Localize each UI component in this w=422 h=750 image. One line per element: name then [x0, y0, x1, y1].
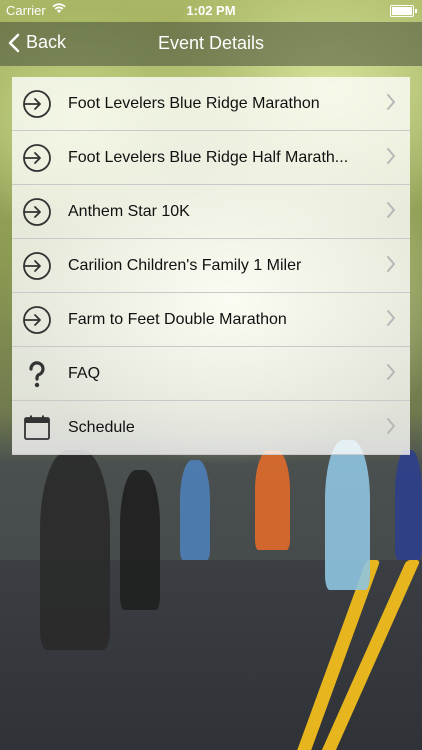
runner — [255, 450, 290, 550]
list-item-label: Foot Levelers Blue Ridge Marathon — [68, 94, 320, 112]
list-item-label: Anthem Star 10K — [68, 202, 190, 220]
list-item[interactable]: Foot Levelers Blue Ridge Marathon — [12, 77, 410, 131]
status-bar: Carrier 1:02 PM — [0, 0, 422, 22]
list-item[interactable]: Foot Levelers Blue Ridge Half Marath... — [12, 131, 410, 185]
list-item-label: Farm to Feet Double Marathon — [68, 310, 287, 328]
arrow-in-circle-icon — [22, 251, 52, 281]
chevron-right-icon — [386, 93, 396, 116]
list-item[interactable]: Farm to Feet Double Marathon — [12, 293, 410, 347]
runner — [120, 470, 160, 610]
calendar-icon — [22, 413, 52, 443]
list-item[interactable]: FAQ — [12, 347, 410, 401]
clock: 1:02 PM — [186, 3, 236, 18]
chevron-right-icon — [386, 417, 396, 440]
list-item[interactable]: Schedule — [12, 401, 410, 455]
list-item[interactable]: Carilion Children's Family 1 Miler — [12, 239, 410, 293]
list-item-label: Foot Levelers Blue Ridge Half Marath... — [68, 148, 349, 166]
arrow-in-circle-icon — [22, 197, 52, 227]
arrow-in-circle-icon — [22, 305, 52, 335]
list-item-label: Schedule — [68, 418, 135, 436]
arrow-in-circle-icon — [22, 143, 52, 173]
list-item-label: Carilion Children's Family 1 Miler — [68, 256, 302, 274]
runner — [180, 460, 210, 560]
chevron-right-icon — [386, 201, 396, 224]
event-list: Foot Levelers Blue Ridge Marathon Foot L… — [12, 77, 410, 455]
runner — [395, 450, 422, 560]
runner — [40, 450, 110, 650]
question-mark-icon — [22, 359, 52, 389]
runner — [325, 440, 370, 590]
chevron-right-icon — [386, 255, 396, 278]
battery-icon — [390, 5, 417, 17]
list-item[interactable]: Anthem Star 10K — [12, 185, 410, 239]
chevron-right-icon — [386, 309, 396, 332]
list-item-label: FAQ — [68, 364, 101, 382]
arrow-in-circle-icon — [22, 89, 52, 119]
chevron-right-icon — [386, 147, 396, 170]
chevron-right-icon — [386, 363, 396, 386]
navigation-bar: Back Event Details — [0, 22, 422, 66]
page-title: Event Details — [157, 33, 265, 53]
